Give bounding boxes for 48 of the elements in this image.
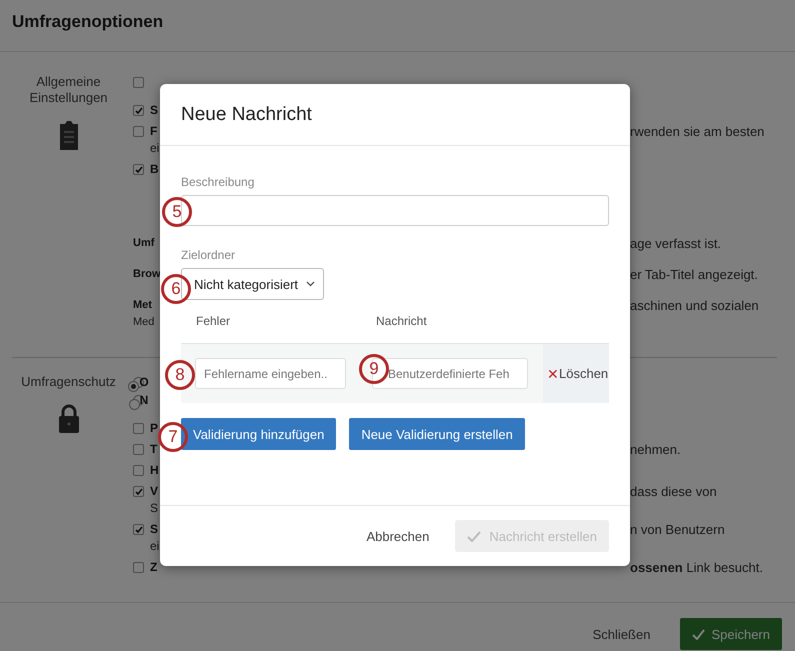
option-text: S	[150, 521, 158, 538]
option-text: F	[150, 123, 158, 140]
option-text: Umf	[133, 236, 154, 251]
step-marker: 6	[161, 274, 191, 304]
column-header: Fehler	[196, 314, 232, 330]
field-label: Beschreibung	[181, 175, 256, 189]
option-text: S	[150, 102, 158, 119]
option-text: ei	[150, 140, 160, 157]
option-text: S	[150, 500, 158, 517]
option-text: Z	[150, 559, 158, 576]
option-text: n von Benutzern	[630, 521, 726, 539]
option-text: Med	[133, 315, 154, 330]
error-name-field[interactable]: Fehlername eingeben..	[195, 358, 346, 389]
page-title: Umfragenoptionen	[12, 12, 164, 31]
close-icon: ✕	[547, 366, 559, 382]
option-text: H	[150, 462, 159, 479]
step-marker: 5	[162, 197, 192, 227]
option-text: ei	[150, 538, 160, 555]
cancel-button[interactable]: Abbrechen	[360, 528, 436, 544]
section-label: Allgemeine Einstellungen	[28, 74, 109, 106]
close-button[interactable]: Schließen	[586, 626, 656, 642]
option-text: ossenen Link besucht.	[630, 559, 764, 576]
field-label: Zielordner	[181, 248, 236, 262]
save-button[interactable]: Speichern	[680, 618, 782, 650]
option-text: T	[150, 441, 158, 458]
option-text: B	[150, 161, 159, 178]
option-text: P	[150, 420, 158, 437]
column-header: Nachricht	[376, 314, 428, 330]
option-text: Met	[133, 298, 152, 313]
action-button[interactable]: Validierung hinzufügen	[181, 418, 336, 450]
option-text: V	[150, 483, 158, 500]
delete-button[interactable]: ✕Löschen	[543, 344, 609, 403]
step-marker: 8	[165, 360, 195, 390]
option-text: nehmen.	[630, 441, 682, 458]
step-marker: 7	[158, 422, 188, 452]
option-text: N	[140, 392, 148, 409]
option-text: age verfasst ist.	[630, 235, 722, 252]
section-label: Umfragenschutz	[21, 374, 116, 390]
option-text: Brow	[133, 267, 160, 282]
option-text: er Tab-Titel angezeigt.	[630, 266, 759, 283]
folder-dropdown[interactable]: Nicht kategorisiert	[181, 268, 324, 300]
option-text: dass diese von	[630, 483, 718, 501]
option-text: aschinen und sozialen	[630, 297, 760, 315]
option-text: O	[139, 374, 149, 391]
action-button[interactable]: Neue Validierung erstellen	[349, 418, 525, 450]
option-text: rwenden sie am besten	[630, 123, 766, 141]
dialog-title: Neue Nachricht	[181, 104, 312, 125]
step-marker: 9	[359, 354, 389, 384]
